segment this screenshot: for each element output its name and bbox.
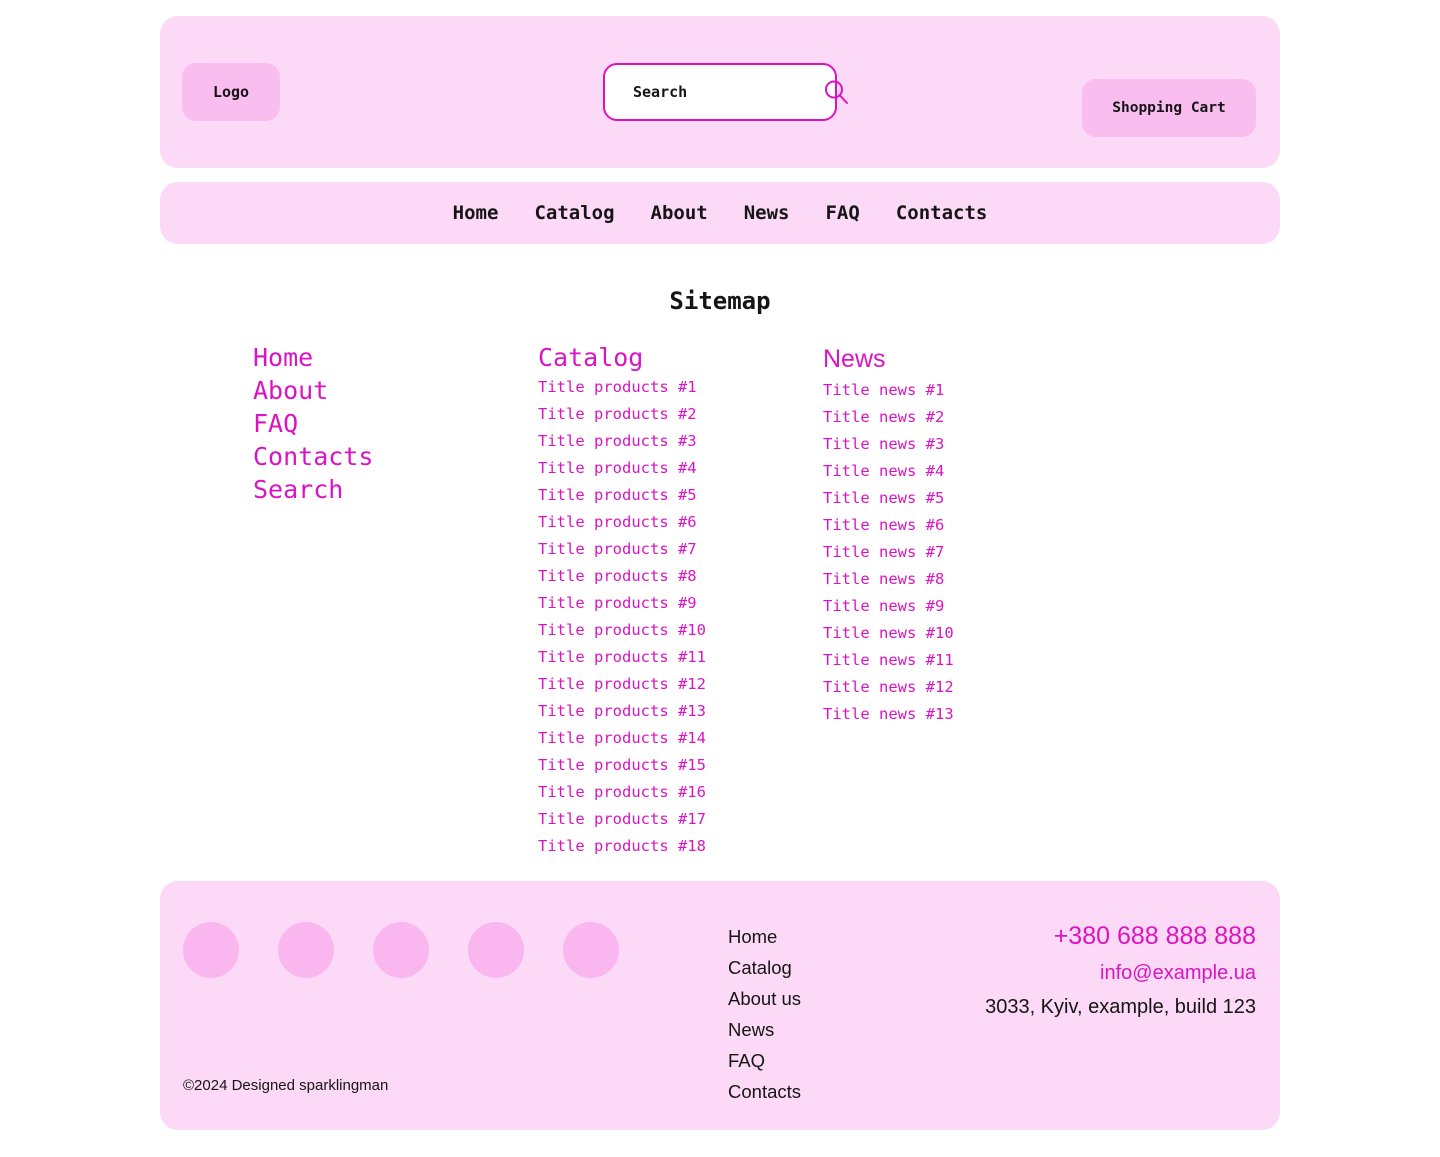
list-item[interactable]: Title news #9 bbox=[823, 593, 1108, 620]
search-icon[interactable] bbox=[823, 79, 849, 105]
social-circle-5[interactable] bbox=[563, 922, 619, 978]
news-link-list: Title news #1 Title news #2 Title news #3 T… bbox=[823, 377, 1108, 728]
list-item[interactable]: Title products #10 bbox=[538, 617, 823, 644]
nav-item-about[interactable]: About bbox=[633, 202, 726, 224]
list-item[interactable]: Title products #8 bbox=[538, 563, 823, 590]
footer-nav-home[interactable]: Home bbox=[728, 921, 801, 952]
list-item[interactable]: Title products #6 bbox=[538, 509, 823, 536]
social-links bbox=[183, 922, 619, 978]
list-item[interactable]: Title products #14 bbox=[538, 725, 823, 752]
footer-nav-about-us[interactable]: About us bbox=[728, 983, 801, 1014]
footer-contacts: +380 688 888 888 info@example.ua 3033, K… bbox=[985, 918, 1256, 1023]
sitemap-columns: Home About FAQ Contacts Search Catalog T… bbox=[160, 341, 1280, 860]
list-item[interactable]: Title products #2 bbox=[538, 401, 823, 428]
nav-item-catalog[interactable]: Catalog bbox=[516, 202, 632, 224]
list-item[interactable]: Title products #18 bbox=[538, 833, 823, 860]
footer-nav-news[interactable]: News bbox=[728, 1014, 801, 1045]
list-item[interactable]: Title news #5 bbox=[823, 485, 1108, 512]
sitemap-column-news: News Title news #1 Title news #2 Title new… bbox=[823, 341, 1108, 860]
catalog-link-list: Title products #1 Title products #2 Title … bbox=[538, 374, 823, 860]
sitemap-link-contacts[interactable]: Contacts bbox=[253, 440, 538, 473]
social-circle-4[interactable] bbox=[468, 922, 524, 978]
search-input[interactable] bbox=[633, 83, 823, 101]
list-item[interactable]: Title products #1 bbox=[538, 374, 823, 401]
footer-nav-contacts[interactable]: Contacts bbox=[728, 1076, 801, 1107]
contact-phone[interactable]: +380 688 888 888 bbox=[985, 918, 1256, 955]
page-root: Logo Shopping Cart Home Catalog About Ne… bbox=[0, 0, 1440, 1157]
social-circle-2[interactable] bbox=[278, 922, 334, 978]
list-item[interactable]: Title news #13 bbox=[823, 701, 1108, 728]
social-circle-3[interactable] bbox=[373, 922, 429, 978]
sitemap-link-search[interactable]: Search bbox=[253, 473, 538, 506]
sitemap-heading-news[interactable]: News bbox=[823, 341, 1108, 377]
sitemap-link-home[interactable]: Home bbox=[253, 341, 538, 374]
footer-nav-catalog[interactable]: Catalog bbox=[728, 952, 801, 983]
shopping-cart-button[interactable]: Shopping Cart bbox=[1082, 79, 1256, 137]
list-item[interactable]: Title news #7 bbox=[823, 539, 1108, 566]
list-item[interactable]: Title news #6 bbox=[823, 512, 1108, 539]
list-item[interactable]: Title news #10 bbox=[823, 620, 1108, 647]
list-item[interactable]: Title news #4 bbox=[823, 458, 1108, 485]
list-item[interactable]: Title news #1 bbox=[823, 377, 1108, 404]
sitemap-column-main: Home About FAQ Contacts Search bbox=[253, 341, 538, 860]
list-item[interactable]: Title products #11 bbox=[538, 644, 823, 671]
list-item[interactable]: Title products #15 bbox=[538, 752, 823, 779]
nav-item-faq[interactable]: FAQ bbox=[807, 202, 877, 224]
nav-item-contacts[interactable]: Contacts bbox=[878, 202, 1006, 224]
sitemap-link-faq[interactable]: FAQ bbox=[253, 407, 538, 440]
list-item[interactable]: Title products #7 bbox=[538, 536, 823, 563]
list-item[interactable]: Title products #4 bbox=[538, 455, 823, 482]
list-item[interactable]: Title products #9 bbox=[538, 590, 823, 617]
site-header: Logo Shopping Cart bbox=[160, 16, 1280, 168]
list-item[interactable]: Title news #11 bbox=[823, 647, 1108, 674]
list-item[interactable]: Title products #5 bbox=[538, 482, 823, 509]
list-item[interactable]: Title news #8 bbox=[823, 566, 1108, 593]
site-footer: ©2024 Designed sparklingman Home Catalog… bbox=[160, 881, 1280, 1130]
list-item[interactable]: Title products #3 bbox=[538, 428, 823, 455]
list-item[interactable]: Title products #12 bbox=[538, 671, 823, 698]
social-circle-1[interactable] bbox=[183, 922, 239, 978]
footer-nav-faq[interactable]: FAQ bbox=[728, 1045, 801, 1076]
nav-item-news[interactable]: News bbox=[726, 202, 808, 224]
main-navigation: Home Catalog About News FAQ Contacts bbox=[160, 182, 1280, 244]
list-item[interactable]: Title news #3 bbox=[823, 431, 1108, 458]
page-title: Sitemap bbox=[669, 287, 771, 315]
sitemap-link-about[interactable]: About bbox=[253, 374, 538, 407]
sitemap-heading-catalog[interactable]: Catalog bbox=[538, 341, 823, 374]
contact-address: 3033, Kyiv, example, build 123 bbox=[985, 996, 1256, 1018]
list-item[interactable]: Title products #17 bbox=[538, 806, 823, 833]
sitemap-column-catalog: Catalog Title products #1 Title products … bbox=[538, 341, 823, 860]
nav-item-home[interactable]: Home bbox=[435, 202, 517, 224]
list-item[interactable]: Title products #13 bbox=[538, 698, 823, 725]
copyright-text: ©2024 Designed sparklingman bbox=[183, 1077, 389, 1094]
list-item[interactable]: Title news #2 bbox=[823, 404, 1108, 431]
contact-email[interactable]: info@example.ua bbox=[985, 955, 1256, 991]
list-item[interactable]: Title products #16 bbox=[538, 779, 823, 806]
search-box[interactable] bbox=[603, 63, 848, 121]
list-item[interactable]: Title news #12 bbox=[823, 674, 1108, 701]
footer-navigation: Home Catalog About us News FAQ Contacts bbox=[728, 921, 801, 1107]
logo-button[interactable]: Logo bbox=[182, 63, 280, 121]
